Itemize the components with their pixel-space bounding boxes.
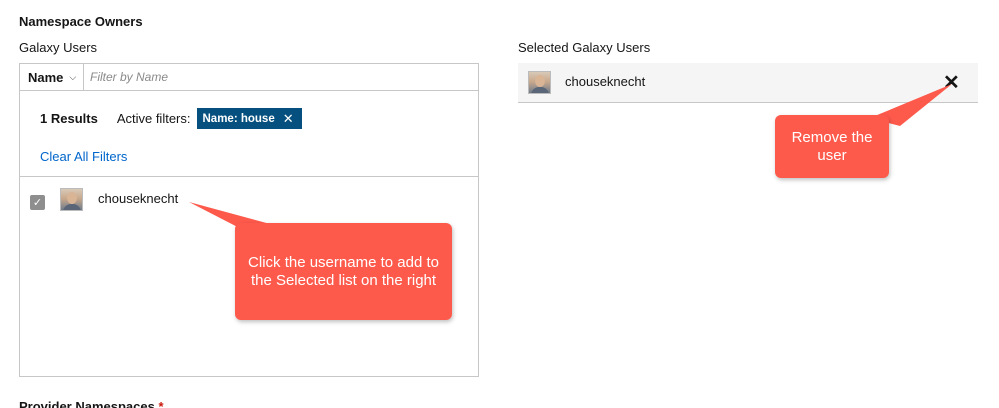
divider [20,176,478,177]
provider-namespaces-title: Provider Namespaces * [19,399,164,408]
filter-chip-label: Name: house [202,112,275,125]
required-marker: * [158,399,164,408]
selected-username: chouseknecht [565,74,646,89]
active-filters-label: Active filters: [116,111,191,126]
avatar [60,188,83,211]
username-link[interactable]: chouseknecht [98,191,178,206]
section-title: Namespace Owners [19,14,143,29]
filter-attribute-dropdown[interactable]: Name ⌵ [20,64,84,90]
filter-input[interactable] [84,64,478,90]
clear-all-filters-link[interactable]: Clear All Filters [40,149,127,164]
selected-galaxy-users-label: Selected Galaxy Users [518,40,651,55]
provider-namespaces-label: Provider Namespaces [19,399,155,408]
caret-down-icon: ⌵ [69,71,77,82]
galaxy-users-label: Galaxy Users [19,40,98,55]
filter-toolbar: Name ⌵ [20,64,478,91]
results-summary: 1 Results Active filters: Name: house ✕ [40,108,302,129]
filter-attribute-label: Name [28,69,64,85]
close-icon[interactable]: ✕ [283,111,294,127]
annotation-callout-right: Remove the user [775,115,889,178]
annotation-callout-left: Click the username to add to the Selecte… [235,223,452,320]
results-count: 1 Results [40,111,98,126]
avatar [528,71,551,94]
filter-chip: Name: house ✕ [196,108,302,129]
check-icon: ✓ [32,196,43,209]
user-checkbox[interactable]: ✓ [30,194,45,210]
list-item: ✓ chouseknecht [30,188,178,211]
